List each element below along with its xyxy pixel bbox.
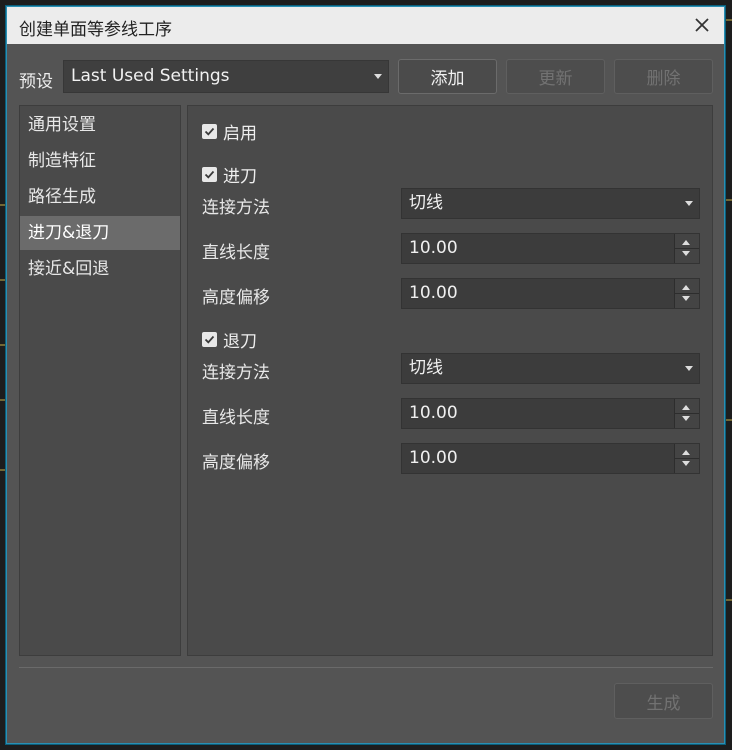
checkmark-icon <box>204 170 215 179</box>
nav-item-general[interactable]: 通用设置 <box>20 108 180 142</box>
lead-out-height-offset-value: 10.00 <box>409 448 458 468</box>
checkmark-icon <box>204 335 215 344</box>
lead-out-connect-label: 连接方法 <box>202 363 270 383</box>
spin-down-icon[interactable] <box>682 251 690 256</box>
lead-in-connect-label: 连接方法 <box>202 198 270 218</box>
lead-in-line-length-value: 10.00 <box>409 238 458 258</box>
lead-out-connect-select[interactable]: 切线 <box>401 353 700 384</box>
lead-out-height-offset-stepper[interactable] <box>674 444 699 473</box>
stepper-divider <box>675 248 699 249</box>
lead-out-height-offset-label: 高度偏移 <box>202 453 270 473</box>
lead-out-line-length-input[interactable]: 10.00 <box>401 398 700 429</box>
spin-down-icon[interactable] <box>682 416 690 421</box>
title-bar[interactable]: 创建单面等参线工序 <box>7 7 724 44</box>
spin-up-icon[interactable] <box>682 405 690 410</box>
lead-out-line-length-stepper[interactable] <box>674 399 699 428</box>
lead-in-connect-value: 切线 <box>409 193 443 213</box>
chevron-down-icon <box>685 201 693 206</box>
lead-in-height-offset-label: 高度偏移 <box>202 288 270 308</box>
lead-out-line-length-value: 10.00 <box>409 403 458 423</box>
spin-up-icon[interactable] <box>682 450 690 455</box>
checkmark-icon <box>204 127 215 136</box>
lead-out-checkbox-row[interactable]: 退刀 <box>202 328 257 352</box>
nav-item-features[interactable]: 制造特征 <box>20 144 180 178</box>
delete-preset-label: 删除 <box>646 69 681 89</box>
lead-in-label: 进刀 <box>223 166 257 187</box>
update-preset-label: 更新 <box>538 69 573 89</box>
enable-label: 启用 <box>223 123 257 144</box>
lead-out-height-offset-input[interactable]: 10.00 <box>401 443 700 474</box>
stepper-divider <box>675 293 699 294</box>
stepper-divider <box>675 458 699 459</box>
nav-item-path-generation[interactable]: 路径生成 <box>20 180 180 214</box>
enable-checkbox[interactable] <box>202 123 217 139</box>
nav-item-lead-in-out[interactable]: 进刀&退刀 <box>20 216 180 250</box>
spin-down-icon[interactable] <box>682 461 690 466</box>
generate-label: 生成 <box>646 693 681 714</box>
dialog-window: 创建单面等参线工序 预设 Last Used Settings 添加 更新 删除… <box>6 6 725 744</box>
chevron-down-icon <box>685 366 693 371</box>
nav-item-approach-retract[interactable]: 接近&回退 <box>20 252 180 286</box>
generate-button[interactable]: 生成 <box>614 683 713 719</box>
lead-in-line-length-input[interactable]: 10.00 <box>401 233 700 264</box>
lead-out-checkbox[interactable] <box>202 331 217 347</box>
lead-in-height-offset-value: 10.00 <box>409 283 458 303</box>
presets-select[interactable]: Last Used Settings <box>63 60 389 93</box>
add-preset-button[interactable]: 添加 <box>398 59 497 94</box>
lead-in-height-offset-input[interactable]: 10.00 <box>401 278 700 309</box>
spin-down-icon[interactable] <box>682 296 690 301</box>
update-preset-button[interactable]: 更新 <box>506 59 605 94</box>
dialog-title: 创建单面等参线工序 <box>19 20 172 40</box>
lead-in-line-length-stepper[interactable] <box>674 234 699 263</box>
lead-out-line-length-label: 直线长度 <box>202 408 270 428</box>
add-preset-label: 添加 <box>430 69 465 89</box>
footer-divider <box>19 667 713 668</box>
settings-nav: 通用设置 制造特征 路径生成 进刀&退刀 接近&回退 <box>19 105 181 656</box>
lead-in-checkbox[interactable] <box>202 166 217 182</box>
chevron-down-icon <box>374 74 382 79</box>
close-button[interactable] <box>688 11 716 39</box>
lead-in-line-length-label: 直线长度 <box>202 243 270 263</box>
lead-in-connect-select[interactable]: 切线 <box>401 188 700 219</box>
close-icon <box>695 18 709 32</box>
delete-preset-button[interactable]: 删除 <box>614 59 713 94</box>
spin-up-icon[interactable] <box>682 285 690 290</box>
enable-checkbox-row[interactable]: 启用 <box>202 120 257 144</box>
presets-selected-value: Last Used Settings <box>71 66 230 86</box>
lead-out-connect-value: 切线 <box>409 358 443 378</box>
spin-up-icon[interactable] <box>682 240 690 245</box>
lead-in-height-offset-stepper[interactable] <box>674 279 699 308</box>
presets-label: 预设 <box>19 72 53 92</box>
settings-content: 启用 进刀 连接方法 切线 直线长度 10.00 高度偏移 10.00 退刀 连… <box>187 105 713 656</box>
lead-out-label: 退刀 <box>223 331 257 352</box>
stepper-divider <box>675 413 699 414</box>
lead-in-checkbox-row[interactable]: 进刀 <box>202 163 257 187</box>
